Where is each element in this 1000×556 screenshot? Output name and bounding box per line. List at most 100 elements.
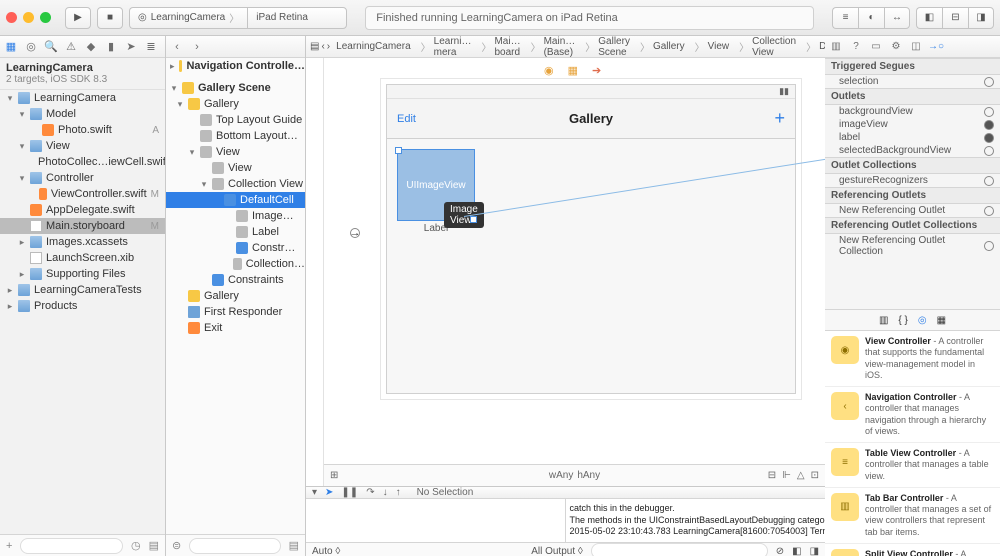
step-out-icon[interactable]: ↑ [396,487,401,498]
outlet-row[interactable]: imageView [825,118,1000,131]
identity-inspector-tab-icon[interactable]: ▭ [869,40,883,54]
issue-navigator-tab-icon[interactable]: ⚠ [64,40,78,54]
connections-inspector-tab-icon[interactable]: →○ [929,40,943,54]
zoom-icon[interactable]: ⊞ [330,470,338,481]
scheme-selector[interactable]: ◎LearningCamera 〉 iPad Retina [129,7,347,29]
step-in-icon[interactable]: ↓ [383,487,388,498]
outlet-row[interactable]: selection [825,75,1000,88]
project-header[interactable]: LearningCamera 2 targets, iOS SDK 8.3 [0,58,165,90]
breakpoints-icon[interactable]: ➤ [325,487,333,498]
filter-icon[interactable]: ⊜ [172,539,181,552]
scene-icon[interactable]: ▦ [568,64,578,77]
outline-row[interactable]: ▾View [166,144,305,160]
toggle-bottom-panel-button[interactable]: ⊟ [942,7,968,29]
file-tree-row[interactable]: Photo.swiftA [0,122,165,138]
outline-row[interactable]: Constr… [166,240,305,256]
clear-console-icon[interactable]: ⊘ [776,546,784,556]
outline-filter-input[interactable] [189,538,280,554]
object-library-icon[interactable]: ◎ [918,315,927,326]
step-over-icon[interactable]: ↷ [366,487,374,498]
add-icon[interactable]: + [6,540,12,552]
navigation-bar[interactable]: Edit Gallery + [387,99,795,139]
simulated-device-view[interactable]: ▮▮ Edit Gallery + UIImageView Image View… [386,84,796,394]
console-output[interactable]: catch this in the debugger. The methods … [566,499,826,542]
outline-row[interactable]: View [166,160,305,176]
library-item[interactable]: ◉View Controller - A controller that sup… [825,331,1000,387]
file-tree-row[interactable]: ▸LearningCameraTests [0,282,165,298]
outlet-row[interactable]: New Referencing Outlet [825,204,1000,217]
breadcrumb-item[interactable]: 〉Gallery [636,39,689,54]
breadcrumb-item[interactable]: 〉DefaultCell [802,39,825,54]
outline-row[interactable]: Constraints [166,272,305,288]
outlet-row[interactable]: New Referencing Outlet Collection [825,234,1000,258]
output-filter-menu[interactable]: All Output ◊ [531,546,583,556]
toggle-right-panel-button[interactable]: ◨ [968,7,994,29]
breadcrumb-item[interactable]: 〉Gallery Scene [581,36,634,58]
assistant-editor-button[interactable]: ◐ [858,7,884,29]
console-filter-input[interactable] [591,543,768,556]
library-item[interactable]: ≡Table View Controller - A controller th… [825,443,1000,488]
file-tree-row[interactable]: ▸Supporting Files [0,266,165,282]
resolve-icon[interactable]: △ [797,470,805,481]
toggle-console-pane-icon[interactable]: ◨ [810,546,819,556]
outlet-row[interactable]: backgroundView [825,105,1000,118]
back-icon[interactable]: ‹ [321,41,324,52]
library-item[interactable]: ▥Tab Bar Controller - A controller that … [825,488,1000,544]
attributes-inspector-tab-icon[interactable]: ⚙ [889,40,903,54]
file-tree-row[interactable]: ▾Model [0,106,165,122]
align-icon[interactable]: ⊟ [768,470,776,481]
outline-row[interactable]: Top Layout Guide [166,112,305,128]
breakpoint-navigator-tab-icon[interactable]: ➤ [124,40,138,54]
breadcrumb-item[interactable]: 〉Learni…mera [417,36,476,58]
segue-entry-icon[interactable]: → [350,228,360,238]
breadcrumb-item[interactable]: 〉Main…(Base) [527,36,580,58]
pause-icon[interactable]: ❚❚ [341,487,358,498]
file-tree-row[interactable]: ▾Controller [0,170,165,186]
outline-row[interactable]: ▾Gallery [166,96,305,112]
file-tree-row[interactable]: LaunchScreen.xib [0,250,165,266]
file-tree-row[interactable]: ▸Products [0,298,165,314]
outline-row[interactable]: DefaultCell [166,192,305,208]
minimize-window-icon[interactable] [23,12,34,23]
outline-row[interactable]: Collection… [166,256,305,272]
zoom-window-icon[interactable] [40,12,51,23]
library-item[interactable]: ◫Split View Controller - A composite vie… [825,544,1000,556]
outline-row[interactable]: Gallery [166,288,305,304]
stop-button[interactable]: ■ [97,7,123,29]
file-navigator-tab-icon[interactable]: ▦ [4,40,18,54]
auto-menu[interactable]: Auto ◊ [312,546,340,556]
help-inspector-tab-icon[interactable]: ? [849,40,863,54]
variables-view[interactable] [306,499,566,542]
file-tree-row[interactable]: ViewController.swiftM [0,186,165,202]
scm-icon[interactable]: ▤ [149,539,159,552]
symbol-navigator-tab-icon[interactable]: ◎ [24,40,38,54]
outline-tree[interactable]: ▸Navigation Controlle… ▾Gallery Scene ▾G… [166,58,305,534]
version-editor-button[interactable]: ↔ [884,7,910,29]
toggle-vars-pane-icon[interactable]: ◧ [792,546,801,556]
media-library-icon[interactable]: ▦ [937,315,946,326]
scene-icon[interactable]: ➔ [592,64,601,77]
breadcrumb-item[interactable]: 〉Collection View [735,36,800,58]
outline-row[interactable]: First Responder [166,304,305,320]
outlet-row[interactable]: selectedBackgroundView [825,144,1000,157]
file-tree[interactable]: ▾LearningCamera▾ModelPhoto.swiftA▾ViewPh… [0,90,165,534]
report-navigator-tab-icon[interactable]: ≣ [144,40,158,54]
outline-row[interactable]: ▾Collection View [166,176,305,192]
debug-navigator-tab-icon[interactable]: ▮ [104,40,118,54]
jump-bar[interactable]: ▤‹›LearningCamera〉Learni…mera〉Mai…board〉… [306,36,825,58]
collection-view-cell[interactable]: UIImageView Image View Label [397,149,475,245]
pin-icon[interactable]: ⊩ [782,470,791,481]
resizing-icon[interactable]: ⊡ [811,470,819,481]
breadcrumb-item[interactable]: 〉View [691,39,734,54]
breadcrumb-item[interactable]: 〉Mai…board [477,36,524,58]
forward-icon[interactable]: › [190,40,204,54]
outline-row[interactable]: Label [166,224,305,240]
toggle-outline-icon[interactable]: ▤ [289,539,299,552]
hide-debug-icon[interactable]: ▾ [312,487,317,498]
search-navigator-tab-icon[interactable]: 🔍 [44,40,58,54]
file-tree-row[interactable]: AppDelegate.swift [0,202,165,218]
file-tree-row[interactable]: PhotoCollec…iewCell.swiftA [0,154,165,170]
related-items-icon[interactable]: ▤ [310,41,319,52]
outline-row[interactable]: Bottom Layout… [166,128,305,144]
uiimageview[interactable]: UIImageView Image View [397,149,475,221]
